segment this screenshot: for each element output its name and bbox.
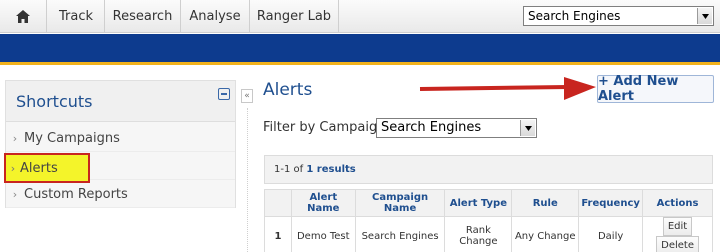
- home-icon: [16, 10, 30, 23]
- results-summary: 1-1 of 1 results: [264, 155, 713, 184]
- collapse-icon[interactable]: [218, 88, 230, 100]
- chevron-down-icon[interactable]: [697, 8, 712, 24]
- chevron-right-icon: ›: [12, 131, 18, 145]
- chevron-right-icon: ›: [10, 161, 16, 175]
- campaign-filter-select[interactable]: Search Engines: [376, 118, 537, 138]
- shortcuts-header: Shortcuts: [6, 81, 235, 122]
- col-header-alert-type[interactable]: Alert Type: [444, 189, 513, 217]
- shortcuts-title: Shortcuts: [16, 92, 93, 111]
- page-title: Alerts: [263, 80, 313, 100]
- table-row: 1 Demo Test Search Engines Rank Change A…: [264, 216, 713, 252]
- chevron-down-icon[interactable]: [520, 120, 535, 136]
- nav-research[interactable]: Research: [105, 0, 181, 33]
- campaign-select-value: Search Engines: [528, 9, 621, 23]
- sidebar-item-label: Custom Reports: [24, 186, 128, 202]
- sidebar-item-label: My Campaigns: [24, 130, 120, 146]
- col-header-alert-name[interactable]: Alert Name: [290, 189, 356, 217]
- delete-button[interactable]: Delete: [656, 236, 699, 252]
- col-header-campaign-name[interactable]: Campaign Name: [354, 189, 446, 217]
- sidebar-item-custom-reports[interactable]: › Custom Reports: [6, 181, 235, 208]
- annotation-arrow-icon: [419, 77, 596, 100]
- col-header-frequency[interactable]: Frequency: [578, 189, 644, 217]
- sidebar-item-my-campaigns[interactable]: › My Campaigns: [6, 125, 235, 152]
- col-header-number: [264, 189, 292, 217]
- nav-analyse[interactable]: Analyse: [181, 0, 250, 33]
- cell-actions: Edit Delete: [642, 216, 713, 252]
- sidebar-item-alerts[interactable]: › Alerts: [4, 153, 90, 183]
- campaign-select[interactable]: Search Engines: [523, 6, 714, 26]
- cell-alert-type: Rank Change: [444, 216, 513, 252]
- sidebar-item-label: Alerts: [20, 160, 58, 176]
- cell-rule: Any Change: [511, 216, 580, 252]
- cell-alert-name: Demo Test: [290, 216, 356, 252]
- cell-frequency: Daily: [578, 216, 644, 252]
- chevron-right-icon: ›: [12, 187, 18, 201]
- top-nav: Track Research Analyse Ranger Lab Search…: [0, 0, 720, 33]
- cell-campaign-name: Search Engines: [354, 216, 446, 252]
- brand-band: [0, 34, 720, 62]
- home-button[interactable]: [0, 0, 47, 33]
- col-header-actions: Actions: [642, 189, 713, 217]
- table-header-row: Alert Name Campaign Name Alert Type Rule…: [264, 189, 713, 217]
- filter-label: Filter by Campaign:: [263, 120, 390, 135]
- results-prefix: 1-1 of: [274, 164, 304, 175]
- brand-stripe: [0, 62, 720, 65]
- nav-track[interactable]: Track: [48, 0, 105, 33]
- edit-button[interactable]: Edit: [662, 217, 693, 236]
- results-count-link[interactable]: 1 results: [306, 164, 355, 175]
- add-alert-button[interactable]: + Add New Alert: [597, 74, 714, 104]
- campaign-filter-value: Search Engines: [381, 120, 482, 135]
- divider: [247, 108, 248, 252]
- nav-ranger-lab[interactable]: Ranger Lab: [250, 0, 339, 33]
- shortcuts-panel: Shortcuts › My Campaigns › Custom Report…: [5, 80, 236, 208]
- row-number: 1: [264, 216, 292, 252]
- alerts-table: Alert Name Campaign Name Alert Type Rule…: [264, 189, 713, 252]
- col-header-rule[interactable]: Rule: [511, 189, 580, 217]
- sidebar-toggle-icon[interactable]: «: [241, 89, 253, 103]
